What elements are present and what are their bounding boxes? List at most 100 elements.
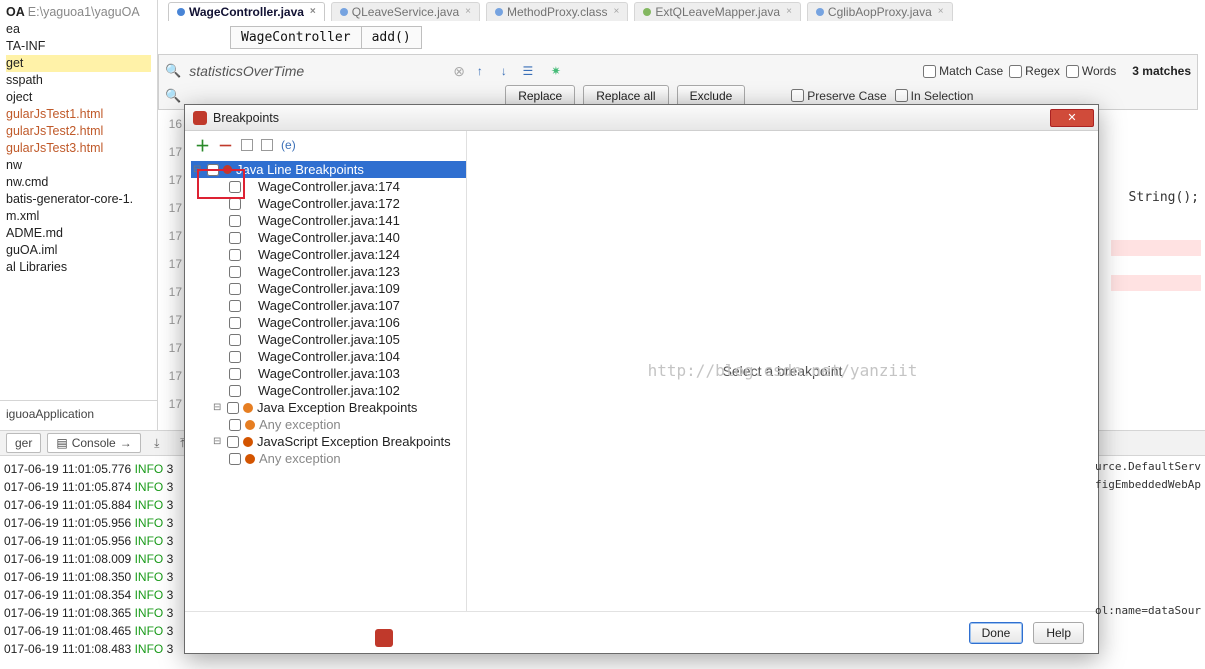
project-item[interactable]: nw.cmd — [6, 174, 151, 191]
console-tab[interactable]: ▤ Console → — [47, 433, 140, 453]
group-icon[interactable] — [241, 139, 253, 151]
gear-icon[interactable]: ✷ — [547, 62, 565, 80]
regex-checkbox[interactable]: Regex — [1009, 64, 1060, 78]
line-number: 17 — [158, 138, 186, 166]
exception-icon — [245, 454, 255, 464]
tree-item-breakpoint[interactable]: WageController.java:103 — [191, 365, 466, 382]
project-item[interactable]: al Libraries — [6, 259, 151, 276]
line-number: 17 — [158, 194, 186, 222]
tree-item-breakpoint[interactable]: WageController.java:140 — [191, 229, 466, 246]
file-icon — [177, 8, 185, 16]
preserve-case-checkbox[interactable]: Preserve Case — [791, 89, 886, 103]
tree-root-java-exception[interactable]: ⊟ Java Exception Breakpoints — [191, 399, 466, 416]
project-item[interactable]: gularJsTest3.html — [6, 140, 151, 157]
tree-item-breakpoint[interactable]: WageController.java:123 — [191, 263, 466, 280]
project-item[interactable]: m.xml — [6, 208, 151, 225]
run-config-label: iguoaApplication — [0, 400, 158, 430]
close-icon[interactable]: × — [938, 6, 944, 17]
log-tail: figEmbeddedWebAp — [1095, 478, 1201, 491]
close-icon[interactable]: × — [310, 6, 316, 17]
close-icon[interactable]: × — [613, 6, 619, 17]
error-stripe — [1111, 240, 1201, 256]
tree-item-breakpoint[interactable]: WageController.java:172 — [191, 195, 466, 212]
tab-wagecontroller[interactable]: WageController.java × — [168, 2, 325, 21]
exception-icon — [243, 437, 253, 447]
remove-icon[interactable]: － — [218, 135, 233, 156]
watermark-text: http://blog.csdn.net/yanziit — [648, 361, 918, 380]
code-text: String(); — [1129, 190, 1199, 205]
replace-input[interactable] — [189, 87, 449, 104]
help-button[interactable]: Help — [1033, 622, 1084, 644]
line-number: 17 — [158, 362, 186, 390]
breakpoint-footer-icon[interactable] — [375, 629, 393, 647]
words-checkbox[interactable]: Words — [1066, 64, 1116, 78]
match-case-checkbox[interactable]: Match Case — [923, 64, 1003, 78]
add-icon[interactable]: ＋ — [195, 135, 210, 156]
log-tail: ol:name=dataSour — [1095, 604, 1201, 617]
tree-item-breakpoint[interactable]: WageController.java:141 — [191, 212, 466, 229]
tree-item-breakpoint[interactable]: WageController.java:104 — [191, 348, 466, 365]
step-icon[interactable]: ⤓ — [147, 433, 167, 453]
tab-extqleavemapper[interactable]: ExtQLeaveMapper.java× — [634, 2, 801, 21]
project-item[interactable]: gularJsTest2.html — [6, 123, 151, 140]
tree-item-any-exception[interactable]: Any exception — [191, 416, 466, 433]
project-item[interactable]: ea — [6, 21, 151, 38]
group-icon[interactable] — [261, 139, 273, 151]
project-item[interactable]: batis-generator-core-1. — [6, 191, 151, 208]
debugger-tab[interactable]: ger — [6, 433, 41, 453]
clear-icon[interactable]: ⊗ — [453, 63, 465, 80]
line-number: 17 — [158, 306, 186, 334]
file-icon — [643, 8, 651, 16]
close-icon[interactable]: × — [465, 6, 471, 17]
dialog-titlebar[interactable]: Breakpoints ✕ — [185, 105, 1098, 131]
close-icon[interactable]: × — [786, 6, 792, 17]
breakpoint-tree-panel: ＋ － (e) ⊟ Java Line Breakpoints WageCont… — [185, 131, 467, 611]
line-number: 17 — [158, 278, 186, 306]
exclude-icon[interactable]: (e) — [281, 138, 296, 152]
project-item[interactable]: ADME.md — [6, 225, 151, 242]
arrow-up-icon[interactable]: ↑ — [471, 62, 489, 80]
tab-methodproxy[interactable]: MethodProxy.class × — [486, 2, 628, 21]
close-button[interactable]: ✕ — [1050, 109, 1094, 127]
tree-item-breakpoint[interactable]: WageController.java:106 — [191, 314, 466, 331]
line-number: 17 — [158, 222, 186, 250]
tree-root-js-exception[interactable]: ⊟ JavaScript Exception Breakpoints — [191, 433, 466, 450]
tree-item-breakpoint[interactable]: WageController.java:102 — [191, 382, 466, 399]
breadcrumb-class[interactable]: WageController — [230, 26, 361, 49]
project-item[interactable]: sspath — [6, 72, 151, 89]
done-button[interactable]: Done — [969, 622, 1024, 644]
tab-label: WageController.java — [189, 5, 304, 19]
editor-tabs: WageController.java × QLeaveService.java×… — [160, 0, 953, 22]
arrow-down-icon[interactable]: ↓ — [495, 62, 513, 80]
project-item[interactable]: nw — [6, 157, 151, 174]
breadcrumb-method[interactable]: add() — [361, 26, 422, 49]
find-input[interactable] — [187, 62, 447, 80]
project-item[interactable]: oject — [6, 89, 151, 106]
tab-label: MethodProxy.class — [507, 5, 607, 19]
tree-root-java-line[interactable]: ⊟ Java Line Breakpoints — [191, 161, 466, 178]
breakpoint-icon — [193, 111, 207, 125]
filter-icon[interactable]: ☰ — [519, 62, 537, 80]
project-item[interactable]: get — [6, 55, 151, 72]
line-number: 17 — [158, 390, 186, 418]
tab-cglibaopproxy[interactable]: CglibAopProxy.java× — [807, 2, 953, 21]
tab-qleaveservice[interactable]: QLeaveService.java× — [331, 2, 480, 21]
line-number: 17 — [158, 166, 186, 194]
project-item[interactable]: guOA.iml — [6, 242, 151, 259]
project-root[interactable]: OA E:\yaguoa1\yaguOA — [6, 4, 151, 21]
breakpoint-tree[interactable]: ⊟ Java Line Breakpoints WageController.j… — [185, 159, 466, 611]
tree-item-breakpoint[interactable]: WageController.java:174 — [191, 178, 466, 195]
line-number: 17 — [158, 334, 186, 362]
project-tree[interactable]: OA E:\yaguoa1\yaguOA eaTA-INFgetsspathoj… — [0, 0, 158, 400]
tree-item-breakpoint[interactable]: WageController.java:107 — [191, 297, 466, 314]
breakpoints-dialog: Breakpoints ✕ ＋ － (e) ⊟ Java Line Breakp… — [184, 104, 1099, 654]
search-icon: 🔍 — [165, 63, 181, 79]
tree-item-any-exception[interactable]: Any exception — [191, 450, 466, 467]
tree-item-breakpoint[interactable]: WageController.java:124 — [191, 246, 466, 263]
dialog-footer: Done Help — [185, 611, 1098, 653]
tree-item-breakpoint[interactable]: WageController.java:105 — [191, 331, 466, 348]
project-item[interactable]: gularJsTest1.html — [6, 106, 151, 123]
tree-item-breakpoint[interactable]: WageController.java:109 — [191, 280, 466, 297]
in-selection-checkbox[interactable]: In Selection — [895, 89, 974, 103]
project-item[interactable]: TA-INF — [6, 38, 151, 55]
